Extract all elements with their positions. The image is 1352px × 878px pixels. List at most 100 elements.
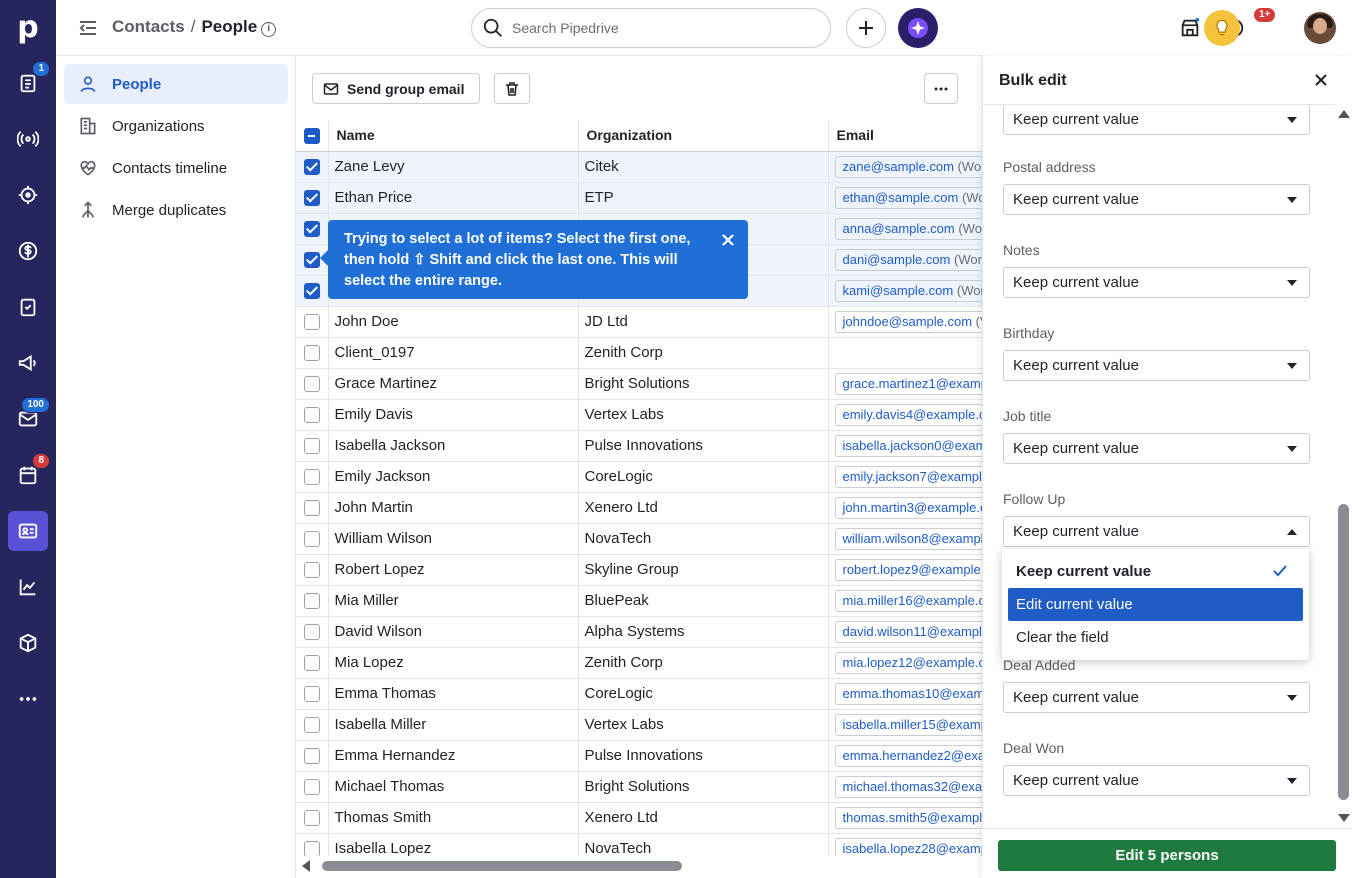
row-checkbox[interactable] [303,810,320,827]
row-select-cell[interactable] [296,368,329,400]
close-icon[interactable] [1313,72,1329,88]
ai-assistant-button[interactable] [898,8,938,48]
table-row[interactable]: Grace Martinez Bright Solutions grace.mart… [296,368,983,400]
cell-organization[interactable]: Zenith Corp [578,647,829,679]
sidebar-item-organizations[interactable]: Organizations [64,106,288,146]
cell-name[interactable]: Thomas Smith [328,802,579,834]
email-chip[interactable]: emma.hernandez2@exa [834,744,982,767]
column-header-name[interactable]: Name [328,120,579,152]
table-row[interactable]: Robert Lopez Skyline Group robert.lopez9@e… [296,554,982,586]
email-address[interactable]: grace.martinez1@examp [843,376,983,391]
field-value-select[interactable]: Keep current value [1003,184,1310,215]
table-row[interactable]: David Wilson Alpha Systems david.wilson11@… [296,616,982,648]
revenue-nav[interactable] [8,231,48,271]
cell-organization[interactable]: Citek [578,151,829,183]
table-row[interactable]: Emily Jackson CoreLogic emily.jackson7@exa… [296,461,982,493]
field-value-select[interactable]: Keep current value [1003,682,1310,713]
tips-button[interactable] [1204,10,1240,46]
email-address[interactable]: anna@sample.com [843,221,955,236]
email-chip[interactable]: william.wilson8@exampl [834,527,983,550]
email-chip[interactable]: emma.thomas10@examp [834,682,983,705]
sidebar-item-people[interactable]: People [64,64,288,104]
email-address[interactable]: thomas.smith5@example [843,810,983,825]
email-address[interactable]: emma.thomas10@examp [843,686,983,701]
row-checkbox[interactable] [303,159,320,176]
cell-organization[interactable]: Zenith Corp [578,337,829,369]
row-checkbox[interactable] [303,624,320,641]
row-select-cell[interactable] [296,554,329,586]
email-address[interactable]: isabella.jackson0@exam [843,438,983,453]
row-select-cell[interactable] [296,306,329,338]
email-chip[interactable]: david.wilson11@example [834,620,982,643]
row-select-cell[interactable] [296,802,329,834]
row-checkbox[interactable] [303,748,320,765]
email-address[interactable]: mia.miller16@example.co [843,593,983,608]
scroll-left-arrow[interactable] [302,860,310,872]
table-row[interactable]: Mia Miller BluePeak mia.miller16@example.c… [296,585,983,617]
cell-organization[interactable]: Xenero Ltd [578,802,829,834]
row-select-cell[interactable] [296,678,329,710]
search-bar[interactable] [471,8,831,48]
row-checkbox[interactable] [303,562,320,579]
close-icon[interactable] [720,232,736,248]
panel-scrollbar[interactable] [1335,104,1352,828]
row-checkbox[interactable] [303,841,320,856]
cell-organization[interactable]: Vertex Labs [578,399,829,431]
cell-name[interactable]: David Wilson [328,616,579,648]
row-checkbox[interactable] [303,500,320,517]
table-row[interactable]: John Martin Xenero Ltd john.martin3@exampl… [296,492,983,524]
cell-name[interactable]: Isabella Jackson [328,430,579,462]
cell-organization[interactable]: Bright Solutions [578,771,829,803]
email-chip[interactable]: zane@sample.com (Wor [834,155,982,178]
email-address[interactable]: john.martin3@example.c [843,500,983,515]
cell-organization[interactable]: NovaTech [578,523,829,555]
email-chip[interactable]: emily.jackson7@example [834,465,982,488]
cell-name[interactable]: Michael Thomas [328,771,579,803]
cell-name[interactable]: Zane Levy [328,151,579,183]
cell-organization[interactable]: Vertex Labs [578,709,829,741]
marketplace-button[interactable] [1176,14,1204,42]
cell-organization[interactable]: Xenero Ltd [578,492,829,524]
cell-organization[interactable]: NovaTech [578,833,829,856]
cell-name[interactable]: Isabella Miller [328,709,579,741]
email-address[interactable]: kami@sample.com [843,283,954,298]
row-select-cell[interactable] [296,151,329,183]
scroll-down-arrow[interactable] [1338,814,1350,822]
cell-organization[interactable]: BluePeak [578,585,829,617]
row-checkbox[interactable] [303,779,320,796]
email-chip[interactable]: john.martin3@example.c [834,496,983,519]
row-checkbox[interactable] [303,314,320,331]
row-select-cell[interactable] [296,833,329,856]
email-address[interactable]: william.wilson8@exampl [843,531,983,546]
cell-name[interactable]: Isabella Lopez [328,833,579,856]
table-row[interactable]: William Wilson NovaTech william.wilson8@ex… [296,523,983,555]
user-avatar[interactable] [1304,12,1336,44]
email-address[interactable]: emily.davis4@example.c [843,407,983,422]
cell-organization[interactable]: ETP [578,182,829,214]
row-checkbox[interactable] [303,407,320,424]
row-select-cell[interactable] [296,585,329,617]
option-edit-current-value[interactable]: Edit current value [1008,588,1303,621]
email-chip[interactable]: dani@sample.com (Wor [834,248,982,271]
row-checkbox[interactable] [303,252,320,269]
email-address[interactable]: michael.thomas32@exar [843,779,983,794]
row-checkbox[interactable] [303,283,320,300]
cell-name[interactable]: Emma Hernandez [328,740,579,772]
cell-organization[interactable]: Skyline Group [578,554,829,586]
email-chip[interactable]: thomas.smith5@example [834,806,983,829]
table-row[interactable]: Client_0197 Zenith Corp [296,337,982,369]
field-value-select[interactable]: Keep current value [1003,765,1310,796]
email-chip[interactable]: mia.lopez12@example.co [834,651,982,674]
row-select-cell[interactable] [296,616,329,648]
row-checkbox[interactable] [303,438,320,455]
column-header-organization[interactable]: Organization [578,120,829,152]
option-clear-the-field[interactable]: Clear the field [1008,621,1303,654]
email-address[interactable]: dani@sample.com [843,252,951,267]
row-select-cell[interactable] [296,709,329,741]
pipedrive-logo[interactable]: p [14,10,42,46]
cell-name[interactable]: Grace Martinez [328,368,579,400]
sidebar-item-merge-duplicates[interactable]: Merge duplicates [64,190,288,230]
cell-name[interactable]: Client_0197 [328,337,579,369]
info-icon[interactable]: i [261,22,277,37]
row-select-cell[interactable] [296,461,329,493]
